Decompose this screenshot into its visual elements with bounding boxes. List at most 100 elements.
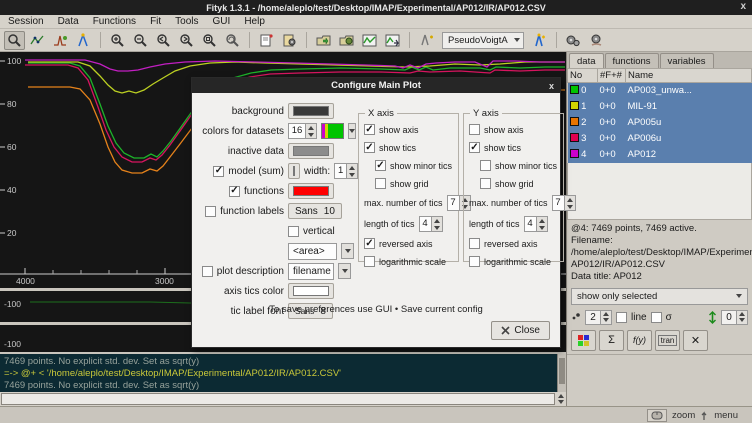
open-data-special-button[interactable] bbox=[336, 31, 357, 50]
y-minor-tics-checkbox[interactable] bbox=[480, 160, 491, 171]
function-labels-checkbox[interactable] bbox=[205, 206, 216, 217]
vertical-checkbox[interactable] bbox=[288, 226, 299, 237]
folder-open-gear-icon bbox=[339, 33, 355, 48]
dialog-close-button[interactable]: Close bbox=[491, 321, 550, 340]
menu-help[interactable]: Help bbox=[244, 16, 265, 27]
command-history-spinner[interactable] bbox=[555, 392, 566, 406]
dataset-palette-dropdown[interactable] bbox=[348, 123, 356, 139]
mouse-icon bbox=[651, 411, 663, 420]
transform-button[interactable]: tran bbox=[655, 330, 680, 351]
y-tick-100: 100 bbox=[7, 56, 21, 66]
table-row[interactable]: 1 0+0 MIL-91 bbox=[568, 99, 752, 115]
console-scrollbar[interactable] bbox=[557, 354, 566, 392]
table-row[interactable]: 0 0+0 AP003_unwa... bbox=[568, 83, 752, 99]
zoom-all-button[interactable] bbox=[199, 31, 220, 50]
window-close-button[interactable]: x bbox=[740, 1, 746, 12]
zoom-out-button[interactable] bbox=[130, 31, 151, 50]
run-script-button[interactable] bbox=[279, 31, 300, 50]
add-peak-mode-button[interactable] bbox=[50, 31, 71, 50]
zoom-in-button[interactable] bbox=[107, 31, 128, 50]
shift-spinner[interactable]: 0 bbox=[721, 310, 748, 325]
show-filter-select[interactable]: show only selected bbox=[571, 288, 748, 305]
tab-functions[interactable]: functions bbox=[605, 53, 659, 68]
x-reversed-checkbox[interactable] bbox=[364, 238, 375, 249]
activate-mode-button[interactable] bbox=[73, 31, 94, 50]
open-data-button[interactable] bbox=[313, 31, 334, 50]
edit-script-button[interactable] bbox=[256, 31, 277, 50]
toolbar-separator bbox=[100, 32, 101, 48]
tab-variables[interactable]: variables bbox=[660, 53, 714, 68]
y-log-checkbox[interactable] bbox=[469, 256, 480, 267]
inactive-swatch bbox=[293, 146, 329, 156]
col-header-f[interactable]: #F+# bbox=[598, 69, 626, 83]
dataset-colors-count-spinner[interactable]: 16 bbox=[288, 123, 317, 139]
x-minor-tics-checkbox[interactable] bbox=[375, 160, 386, 171]
vertical-label: vertical bbox=[303, 226, 335, 237]
plot-description-checkbox[interactable] bbox=[202, 266, 213, 277]
description-dropdown[interactable] bbox=[338, 263, 351, 279]
y-tic-length-spinner[interactable]: 4 bbox=[524, 216, 548, 232]
description-select[interactable]: filename bbox=[288, 263, 334, 280]
model-checkbox[interactable] bbox=[213, 166, 224, 177]
model-color-button[interactable] bbox=[288, 163, 300, 179]
x-show-grid-checkbox[interactable] bbox=[375, 178, 386, 189]
document-edit-icon bbox=[259, 33, 274, 48]
point-size-spinner[interactable]: 2 bbox=[585, 310, 612, 325]
label-format-select[interactable]: <area> bbox=[288, 243, 337, 260]
toolbar: PseudoVoigtA bbox=[0, 29, 752, 52]
scrollbar-thumb[interactable] bbox=[559, 358, 565, 384]
functions-color-button[interactable] bbox=[288, 183, 334, 199]
functions-checkbox[interactable] bbox=[229, 186, 240, 197]
axis-tics-color-button[interactable] bbox=[288, 283, 334, 299]
x-show-tics-checkbox[interactable] bbox=[364, 142, 375, 153]
zoom-mode-button[interactable] bbox=[4, 31, 25, 50]
save-plot-image-button[interactable] bbox=[359, 31, 380, 50]
table-row[interactable]: 4 0+0 AP012 bbox=[568, 147, 752, 163]
delete-button[interactable]: ✕ bbox=[683, 330, 708, 351]
auto-add-peak-button[interactable] bbox=[416, 31, 437, 50]
y-max-tics-spinner[interactable]: 7 bbox=[552, 195, 576, 211]
command-input[interactable] bbox=[1, 393, 555, 405]
table-row[interactable]: 3 0+0 AP006u bbox=[568, 131, 752, 147]
y-show-grid-checkbox[interactable] bbox=[480, 178, 491, 189]
y-show-axis-checkbox[interactable] bbox=[469, 124, 480, 135]
menu-session[interactable]: Session bbox=[8, 16, 44, 27]
menu-fit[interactable]: Fit bbox=[150, 16, 161, 27]
fit-settings-button[interactable] bbox=[586, 31, 607, 50]
sigma-checkbox[interactable] bbox=[651, 312, 662, 323]
zoom-previous-button[interactable] bbox=[222, 31, 243, 50]
x-tic-length-spinner[interactable]: 4 bbox=[419, 216, 443, 232]
data-range-mode-button[interactable] bbox=[27, 31, 48, 50]
zoom-vertical-button[interactable] bbox=[153, 31, 174, 50]
line-checkbox[interactable] bbox=[616, 312, 627, 323]
function-type-select[interactable]: PseudoVoigtA bbox=[442, 32, 524, 49]
labels-font-button[interactable]: Sans 10 bbox=[288, 203, 342, 219]
run-fit-button[interactable] bbox=[563, 31, 584, 50]
export-plot-button[interactable] bbox=[382, 31, 403, 50]
zoom-horizontal-button[interactable] bbox=[176, 31, 197, 50]
y-reversed-checkbox[interactable] bbox=[469, 238, 480, 249]
dialog-close-icon[interactable]: x bbox=[549, 81, 554, 91]
menu-functions[interactable]: Functions bbox=[93, 16, 136, 27]
table-row[interactable]: 2 0+0 AP005u bbox=[568, 115, 752, 131]
output-console[interactable]: 7469 points. No explicit std. dev. Set a… bbox=[0, 352, 566, 392]
tab-data[interactable]: data bbox=[569, 53, 604, 68]
x-show-axis-checkbox[interactable] bbox=[364, 124, 375, 135]
inactive-data-color-button[interactable] bbox=[288, 143, 334, 159]
menu-tools[interactable]: Tools bbox=[175, 16, 198, 27]
model-width-spinner[interactable]: 1 bbox=[334, 163, 358, 179]
dataset-list-empty-area[interactable] bbox=[567, 163, 752, 220]
menu-data[interactable]: Data bbox=[58, 16, 79, 27]
label-format-dropdown[interactable] bbox=[341, 243, 354, 259]
col-header-no[interactable]: No bbox=[568, 69, 598, 83]
background-color-button[interactable] bbox=[288, 103, 334, 119]
y-show-tics-checkbox[interactable] bbox=[469, 142, 480, 153]
sum-button[interactable]: Σ bbox=[599, 330, 624, 351]
mouse-hints-button[interactable] bbox=[647, 409, 667, 422]
transform-y-button[interactable]: f(y) bbox=[627, 330, 652, 351]
add-function-button[interactable] bbox=[529, 31, 550, 50]
col-header-name[interactable]: Name bbox=[626, 69, 752, 83]
x-log-checkbox[interactable] bbox=[364, 256, 375, 267]
menu-gui[interactable]: GUI bbox=[213, 16, 231, 27]
dataset-colors-button[interactable] bbox=[571, 330, 596, 351]
